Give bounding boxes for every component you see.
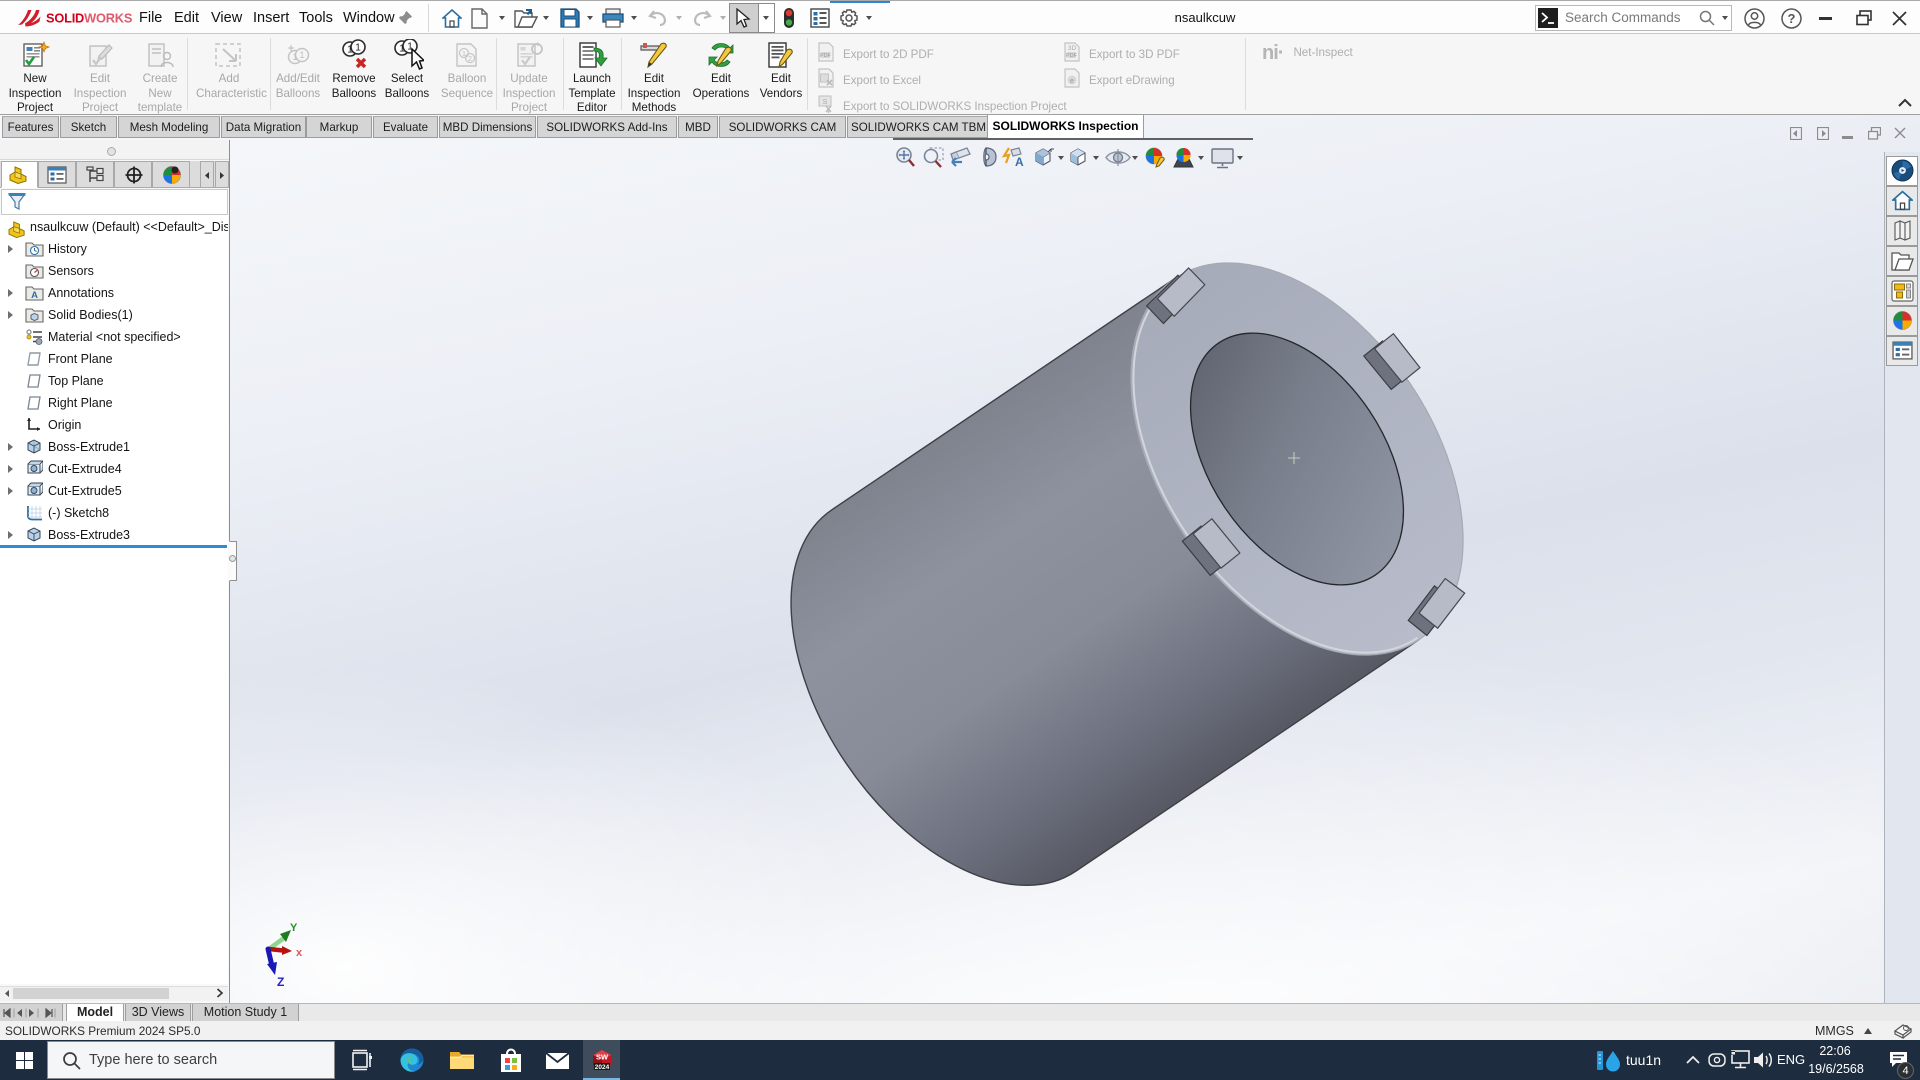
svg-text:Z: Z xyxy=(277,975,284,989)
svg-text:2024: 2024 xyxy=(595,1064,610,1071)
svg-text:SW: SW xyxy=(596,1053,609,1062)
svg-text:x: x xyxy=(296,947,303,959)
svg-text:Y: Y xyxy=(290,922,298,934)
